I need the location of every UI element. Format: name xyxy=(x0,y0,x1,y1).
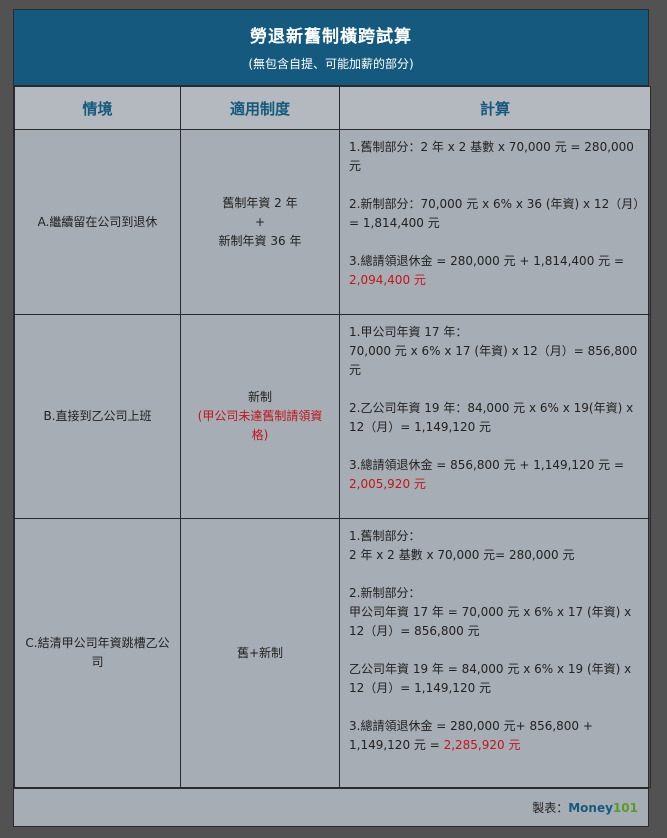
total-amount: 2,094,400 元 xyxy=(349,273,426,287)
calc-total-formula: 3.總請領退休金 = 280,000 元 + 1,814,400 元 = xyxy=(349,254,625,268)
calculation-cell: 1.甲公司年資 17 年： 70,000 元 x 6% x 17 (年資) x 1… xyxy=(339,314,651,519)
brand-logo-money: Money xyxy=(568,801,613,815)
calc-step: 1.舊制部分： 2 年 x 2 基數 x 70,000 元= 280,000 元 xyxy=(349,527,642,565)
scenario-cell: B.直接到乙公司上班 xyxy=(14,314,181,519)
calc-step: 1.甲公司年資 17 年： 70,000 元 x 6% x 17 (年資) x 1… xyxy=(349,323,642,380)
comparison-table: 情境 適用制度 計算 A.繼續留在公司到退休 舊制年資 2 年 + 新制年資 3… xyxy=(14,86,651,788)
calc-line: 1.舊制部分： xyxy=(349,529,421,543)
calculation-cell: 1.舊制部分： 2 年 x 2 基數 x 70,000 元= 280,000 元 … xyxy=(339,518,651,788)
system-line: + xyxy=(254,214,266,229)
system-line: 舊制年資 2 年 xyxy=(222,195,298,210)
scenario-cell: A.繼續留在公司到退休 xyxy=(14,129,181,315)
calc-step: 3.總請領退休金 = 280,000 元 + 1,814,400 元 = 2,0… xyxy=(349,252,642,290)
calc-step: 3.總請領退休金 = 280,000 元+ 856,800 + 1,149,12… xyxy=(349,717,642,755)
calc-line: 2 年 x 2 基數 x 70,000 元= 280,000 元 xyxy=(349,548,575,562)
total-amount: 2,285,920 元 xyxy=(443,738,521,752)
calc-step: 2.新制部分： 甲公司年資 17 年 = 70,000 元 x 6% x 17 (… xyxy=(349,584,642,641)
calc-step: 乙公司年資 19 年 = 84,000 元 x 6% x 19 (年資) x 1… xyxy=(349,662,632,695)
table-footer: 製表：Money101 xyxy=(14,788,648,826)
title-bar: 勞退新舊制橫跨試算 (無包含自提、可能加薪的部分) xyxy=(14,10,648,86)
calc-step: 3.總請領退休金 = 856,800 元 + 1,149,120 元 = 2,0… xyxy=(349,456,642,494)
calc-step: 1.舊制部分：2 年 x 2 基數 x 70,000 元 = 280,000 元 xyxy=(349,140,634,173)
calculation-cell: 1.舊制部分：2 年 x 2 基數 x 70,000 元 = 280,000 元… xyxy=(339,129,651,315)
calc-line: 2.新制部分： xyxy=(349,586,421,600)
table-row: A.繼續留在公司到退休 舊制年資 2 年 + 新制年資 36 年 1.舊制部分：… xyxy=(14,129,651,315)
brand-logo-number: 101 xyxy=(612,801,638,815)
header-scenario: 情境 xyxy=(14,86,181,130)
calc-line: 70,000 元 x 6% x 17 (年資) x 12（月）= 856,800… xyxy=(349,344,638,377)
header-system: 適用制度 xyxy=(180,86,340,130)
system-cell: 新制 (甲公司未達舊制請領資格) xyxy=(180,314,340,519)
system-cell: 舊+新制 xyxy=(180,518,340,788)
table-row: B.直接到乙公司上班 新制 (甲公司未達舊制請領資格) 1.甲公司年資 17 年… xyxy=(14,314,651,519)
table-row: C.結清甲公司年資跳槽乙公司 舊+新制 1.舊制部分： 2 年 x 2 基數 x … xyxy=(14,518,651,788)
table-title: 勞退新舊制橫跨試算 xyxy=(250,27,412,47)
calc-line: 甲公司年資 17 年 = 70,000 元 x 6% x 17 (年資) x 1… xyxy=(349,605,632,638)
system-note: (甲公司未達舊制請領資格) xyxy=(197,409,323,442)
calc-step: 2.乙公司年資 19 年：84,000 元 x 6% x 19(年資) x 12… xyxy=(349,401,634,434)
table-subtitle: (無包含自提、可能加薪的部分) xyxy=(248,57,414,71)
calc-step: 2.新制部分：70,000 元 x 6% x 36 (年資) x 12（月）= … xyxy=(349,197,640,230)
table-header-row: 情境 適用制度 計算 xyxy=(14,86,651,130)
calc-line: 1.甲公司年資 17 年： xyxy=(349,325,468,339)
credit-label: 製表： xyxy=(532,801,569,815)
scenario-cell: C.結清甲公司年資跳槽乙公司 xyxy=(14,518,181,788)
system-line: 新制年資 36 年 xyxy=(218,233,302,248)
system-cell: 舊制年資 2 年 + 新制年資 36 年 xyxy=(180,129,340,315)
system-line: 新制 xyxy=(247,390,272,404)
total-amount: 2,005,920 元 xyxy=(349,477,426,491)
calc-total-formula: 3.總請領退休金 = 856,800 元 + 1,149,120 元 = xyxy=(349,458,625,472)
comparison-table-card: 勞退新舊制橫跨試算 (無包含自提、可能加薪的部分) 情境 適用制度 計算 A.繼… xyxy=(13,9,651,827)
header-calculation: 計算 xyxy=(339,86,651,130)
